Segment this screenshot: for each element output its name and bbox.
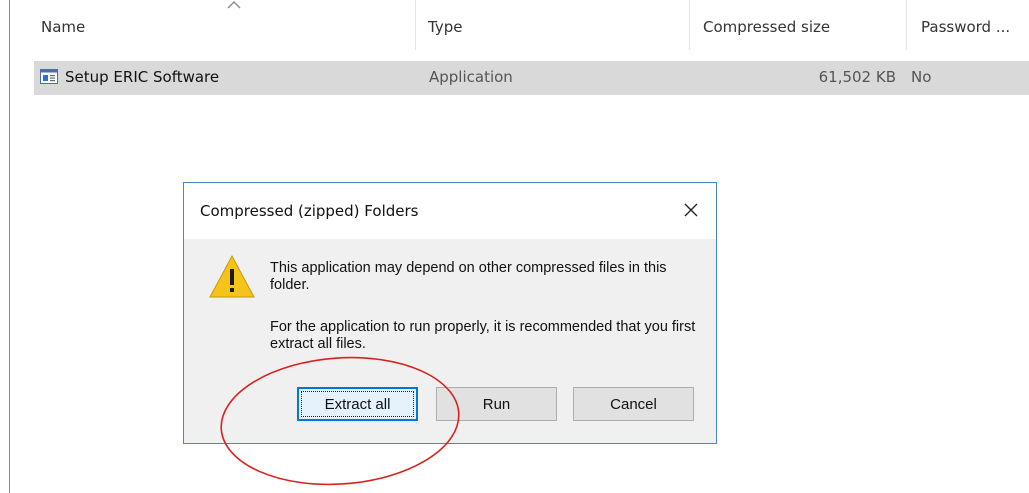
run-button[interactable]: Run — [436, 387, 557, 421]
sort-ascending-icon[interactable] — [227, 0, 241, 10]
dialog-title: Compressed (zipped) Folders — [200, 202, 419, 220]
file-name: Setup ERIC Software — [65, 68, 220, 86]
cancel-button[interactable]: Cancel — [573, 387, 694, 421]
file-explorer-window: Name Type Compressed size Password ... S… — [0, 0, 1029, 493]
focus-ring — [301, 391, 414, 417]
column-divider[interactable] — [906, 0, 907, 50]
dialog-titlebar[interactable]: Compressed (zipped) Folders — [184, 183, 716, 239]
extract-all-button[interactable]: Extract all — [297, 387, 418, 421]
column-header-name[interactable]: Name — [41, 18, 85, 36]
column-header-type[interactable]: Type — [428, 18, 462, 36]
close-icon[interactable] — [680, 199, 702, 221]
dialog-message-dependency: This application may depend on other com… — [270, 260, 667, 293]
run-label: Run — [482, 395, 511, 413]
file-password-protected: No — [911, 68, 932, 86]
column-header-password[interactable]: Password ... — [921, 18, 1010, 36]
application-window-icon — [40, 69, 58, 84]
column-divider[interactable] — [415, 0, 416, 50]
window-left-border — [9, 0, 10, 493]
compressed-folders-dialog: Compressed (zipped) Folders This applica… — [183, 182, 717, 444]
file-type: Application — [429, 68, 513, 86]
column-header-compressed-size[interactable]: Compressed size — [703, 18, 830, 36]
column-divider[interactable] — [689, 0, 690, 50]
file-compressed-size: 61,502 KB — [818, 68, 896, 86]
dialog-message-recommendation: For the application to run properly, it … — [270, 319, 696, 352]
warning-triangle-icon — [209, 254, 255, 298]
cancel-label: Cancel — [610, 395, 657, 413]
column-header-row: Name Type Compressed size Password ... — [10, 0, 1029, 56]
file-row[interactable]: Setup ERIC Software Application 61,502 K… — [34, 61, 1029, 95]
